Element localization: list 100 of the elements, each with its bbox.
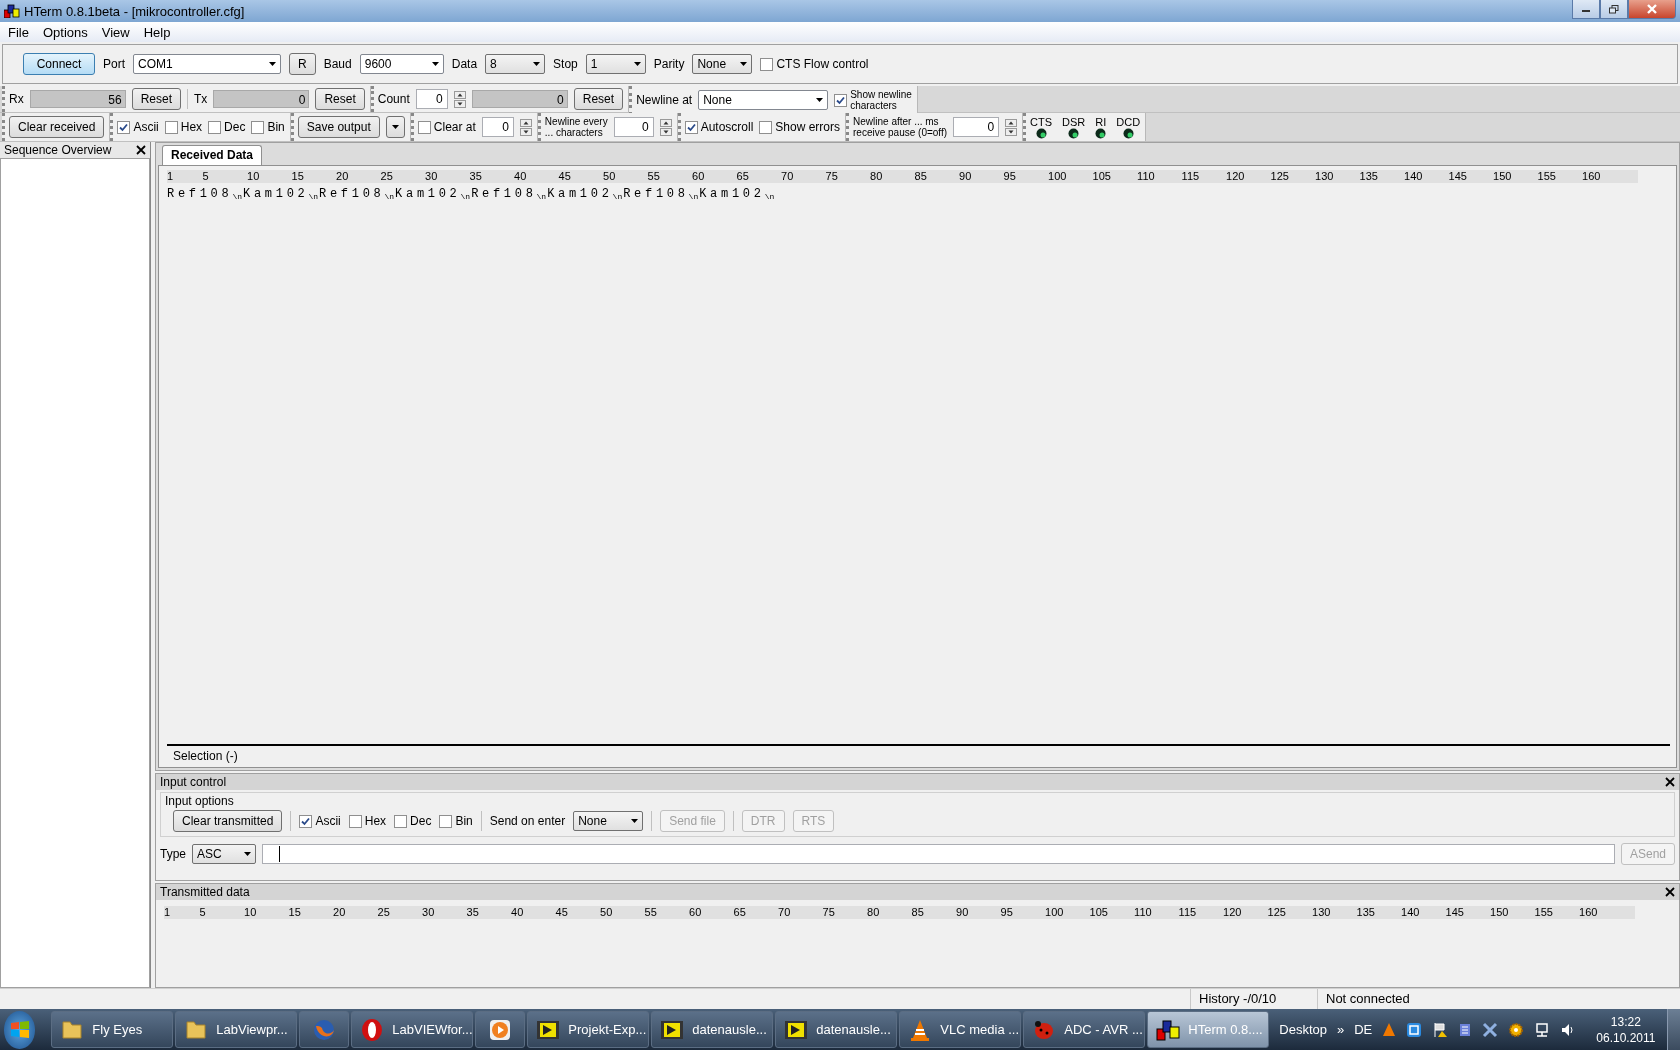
flag-warning-icon[interactable]	[1432, 1021, 1449, 1038]
tab[interactable]: Received Data	[162, 145, 263, 165]
dropdown-arrow-icon[interactable]	[244, 852, 251, 856]
checkbox-label[interactable]: Hex	[180, 120, 203, 134]
dropdown-arrow-icon[interactable]	[269, 62, 276, 66]
checkbox-label[interactable]: Show newline characters	[850, 89, 912, 111]
dropdown[interactable]: None	[698, 90, 829, 110]
close-icon[interactable]	[1665, 777, 1675, 787]
dropdown[interactable]: None	[692, 54, 753, 74]
minimize-button[interactable]	[1572, 0, 1600, 19]
number-field[interactable]: 0	[415, 89, 448, 109]
spin-down-icon[interactable]	[1005, 127, 1018, 136]
dropdown[interactable]: 8	[485, 54, 546, 74]
taskbar-button[interactable]: Fly Eyes	[51, 1011, 174, 1048]
taskbar-button[interactable]: datenausle...	[775, 1011, 898, 1048]
checkbox[interactable]	[299, 814, 313, 828]
dropdown[interactable]: 1	[585, 54, 646, 74]
checkbox[interactable]	[117, 120, 131, 134]
checkbox-label[interactable]: Clear at	[433, 120, 476, 134]
taskbar-button[interactable]: VLC media ...	[899, 1011, 1022, 1048]
start-button[interactable]	[4, 1010, 36, 1049]
reset-button[interactable]: Reset	[573, 88, 624, 110]
checkbox-label[interactable]: Dec	[224, 120, 246, 134]
show-desktop-button[interactable]	[1667, 1009, 1680, 1050]
ruler-number: 160	[1582, 170, 1601, 183]
checkbox[interactable]	[417, 120, 431, 134]
toolbar-label[interactable]: Desktop	[1279, 1022, 1327, 1037]
checkbox[interactable]	[760, 57, 774, 71]
menu-item[interactable]: File	[2, 24, 35, 40]
clock[interactable]: 13:22 06.10.2011	[1586, 1013, 1666, 1046]
restore-button[interactable]	[1600, 0, 1628, 19]
dropdown[interactable]: ASC	[192, 844, 256, 864]
checkbox-label[interactable]: Bin	[267, 120, 285, 134]
dropdown-arrow-icon[interactable]	[391, 125, 399, 129]
checkbox[interactable]	[684, 120, 698, 134]
checkbox-label[interactable]: Dec	[410, 814, 432, 828]
taskbar-button[interactable]: datenausle...	[651, 1011, 774, 1048]
reset-button[interactable]: Reset	[315, 88, 365, 110]
dropdown-arrow-icon[interactable]	[816, 98, 824, 102]
spin-down-icon[interactable]	[453, 99, 466, 108]
dropdown-arrow-icon[interactable]	[631, 819, 639, 823]
number-field[interactable]: 0	[613, 117, 654, 137]
connect-button[interactable]: Connect	[23, 53, 95, 75]
dropdown-arrow-icon[interactable]	[740, 62, 748, 66]
menu-item[interactable]: Options	[36, 24, 94, 40]
checkbox[interactable]	[834, 93, 848, 107]
dropdown-arrow-icon[interactable]	[633, 62, 641, 66]
number-field[interactable]: 0	[953, 117, 1000, 137]
clear-received-button[interactable]: Clear received	[9, 116, 105, 138]
tray-app-icon[interactable]	[1458, 1021, 1473, 1038]
input-field[interactable]	[262, 844, 1615, 864]
refresh-button[interactable]: R	[289, 53, 316, 75]
taskbar-button[interactable]	[475, 1011, 526, 1048]
tray-x-icon[interactable]	[1482, 1021, 1499, 1038]
language-indicator[interactable]: DE	[1354, 1022, 1373, 1037]
spin-up-icon[interactable]	[659, 118, 672, 127]
checkbox[interactable]	[164, 120, 178, 134]
checkbox[interactable]	[208, 120, 222, 134]
gear-icon[interactable]	[1508, 1021, 1525, 1038]
clear-transmitted-button[interactable]: Clear transmitted	[173, 810, 283, 832]
ruler-number: 30	[422, 906, 436, 919]
dropdown[interactable]: 9600	[359, 54, 444, 74]
spin-up-icon[interactable]	[453, 90, 466, 99]
expand-chevron[interactable]: »	[1337, 1022, 1345, 1037]
checkbox-label[interactable]: Hex	[364, 814, 387, 828]
close-icon[interactable]	[1665, 887, 1675, 897]
checkbox-label[interactable]: Autoscroll	[700, 120, 754, 134]
tray-app-icon[interactable]	[1406, 1021, 1423, 1038]
menu-item[interactable]: View	[95, 24, 136, 40]
taskbar-button[interactable]: Projekt-Exp...	[527, 1011, 650, 1048]
dropdown-arrow-icon[interactable]	[431, 62, 439, 66]
checkbox-label[interactable]: Ascii	[133, 120, 159, 134]
reset-button[interactable]: Reset	[131, 88, 182, 110]
spin-down-icon[interactable]	[519, 127, 532, 136]
taskbar-button[interactable]: ADC - AVR ...	[1023, 1011, 1146, 1048]
dropdown[interactable]: None	[573, 811, 644, 831]
taskbar-button[interactable]: LabVIEWfor...	[351, 1011, 474, 1048]
checkbox-label[interactable]: CTS Flow control	[776, 57, 869, 71]
spin-up-icon[interactable]	[519, 118, 532, 127]
number-field[interactable]: 0	[481, 117, 514, 137]
close-button[interactable]	[1628, 0, 1676, 19]
spin-down-icon[interactable]	[659, 127, 672, 136]
close-icon[interactable]	[136, 145, 146, 155]
checkbox[interactable]	[348, 814, 362, 828]
dropdown[interactable]: COM1	[133, 54, 281, 74]
menu-item[interactable]: Help	[137, 24, 177, 40]
traffic-cone-icon[interactable]	[1382, 1021, 1397, 1038]
network-icon[interactable]	[1534, 1021, 1551, 1038]
dropdown-arrow-icon[interactable]	[533, 62, 541, 66]
dropdown-button[interactable]	[385, 116, 405, 138]
checkbox-label[interactable]: Show errors	[775, 120, 841, 134]
spin-up-icon[interactable]	[1005, 118, 1018, 127]
checkbox[interactable]	[394, 814, 408, 828]
checkbox[interactable]	[439, 814, 453, 828]
checkbox-label[interactable]: Ascii	[315, 814, 341, 828]
taskbar-button[interactable]: LabViewpr...	[175, 1011, 298, 1048]
checkbox[interactable]	[251, 120, 265, 134]
save-output-button[interactable]: Save output	[297, 116, 380, 138]
checkbox-label[interactable]: Bin	[455, 814, 473, 828]
checkbox[interactable]	[759, 120, 773, 134]
